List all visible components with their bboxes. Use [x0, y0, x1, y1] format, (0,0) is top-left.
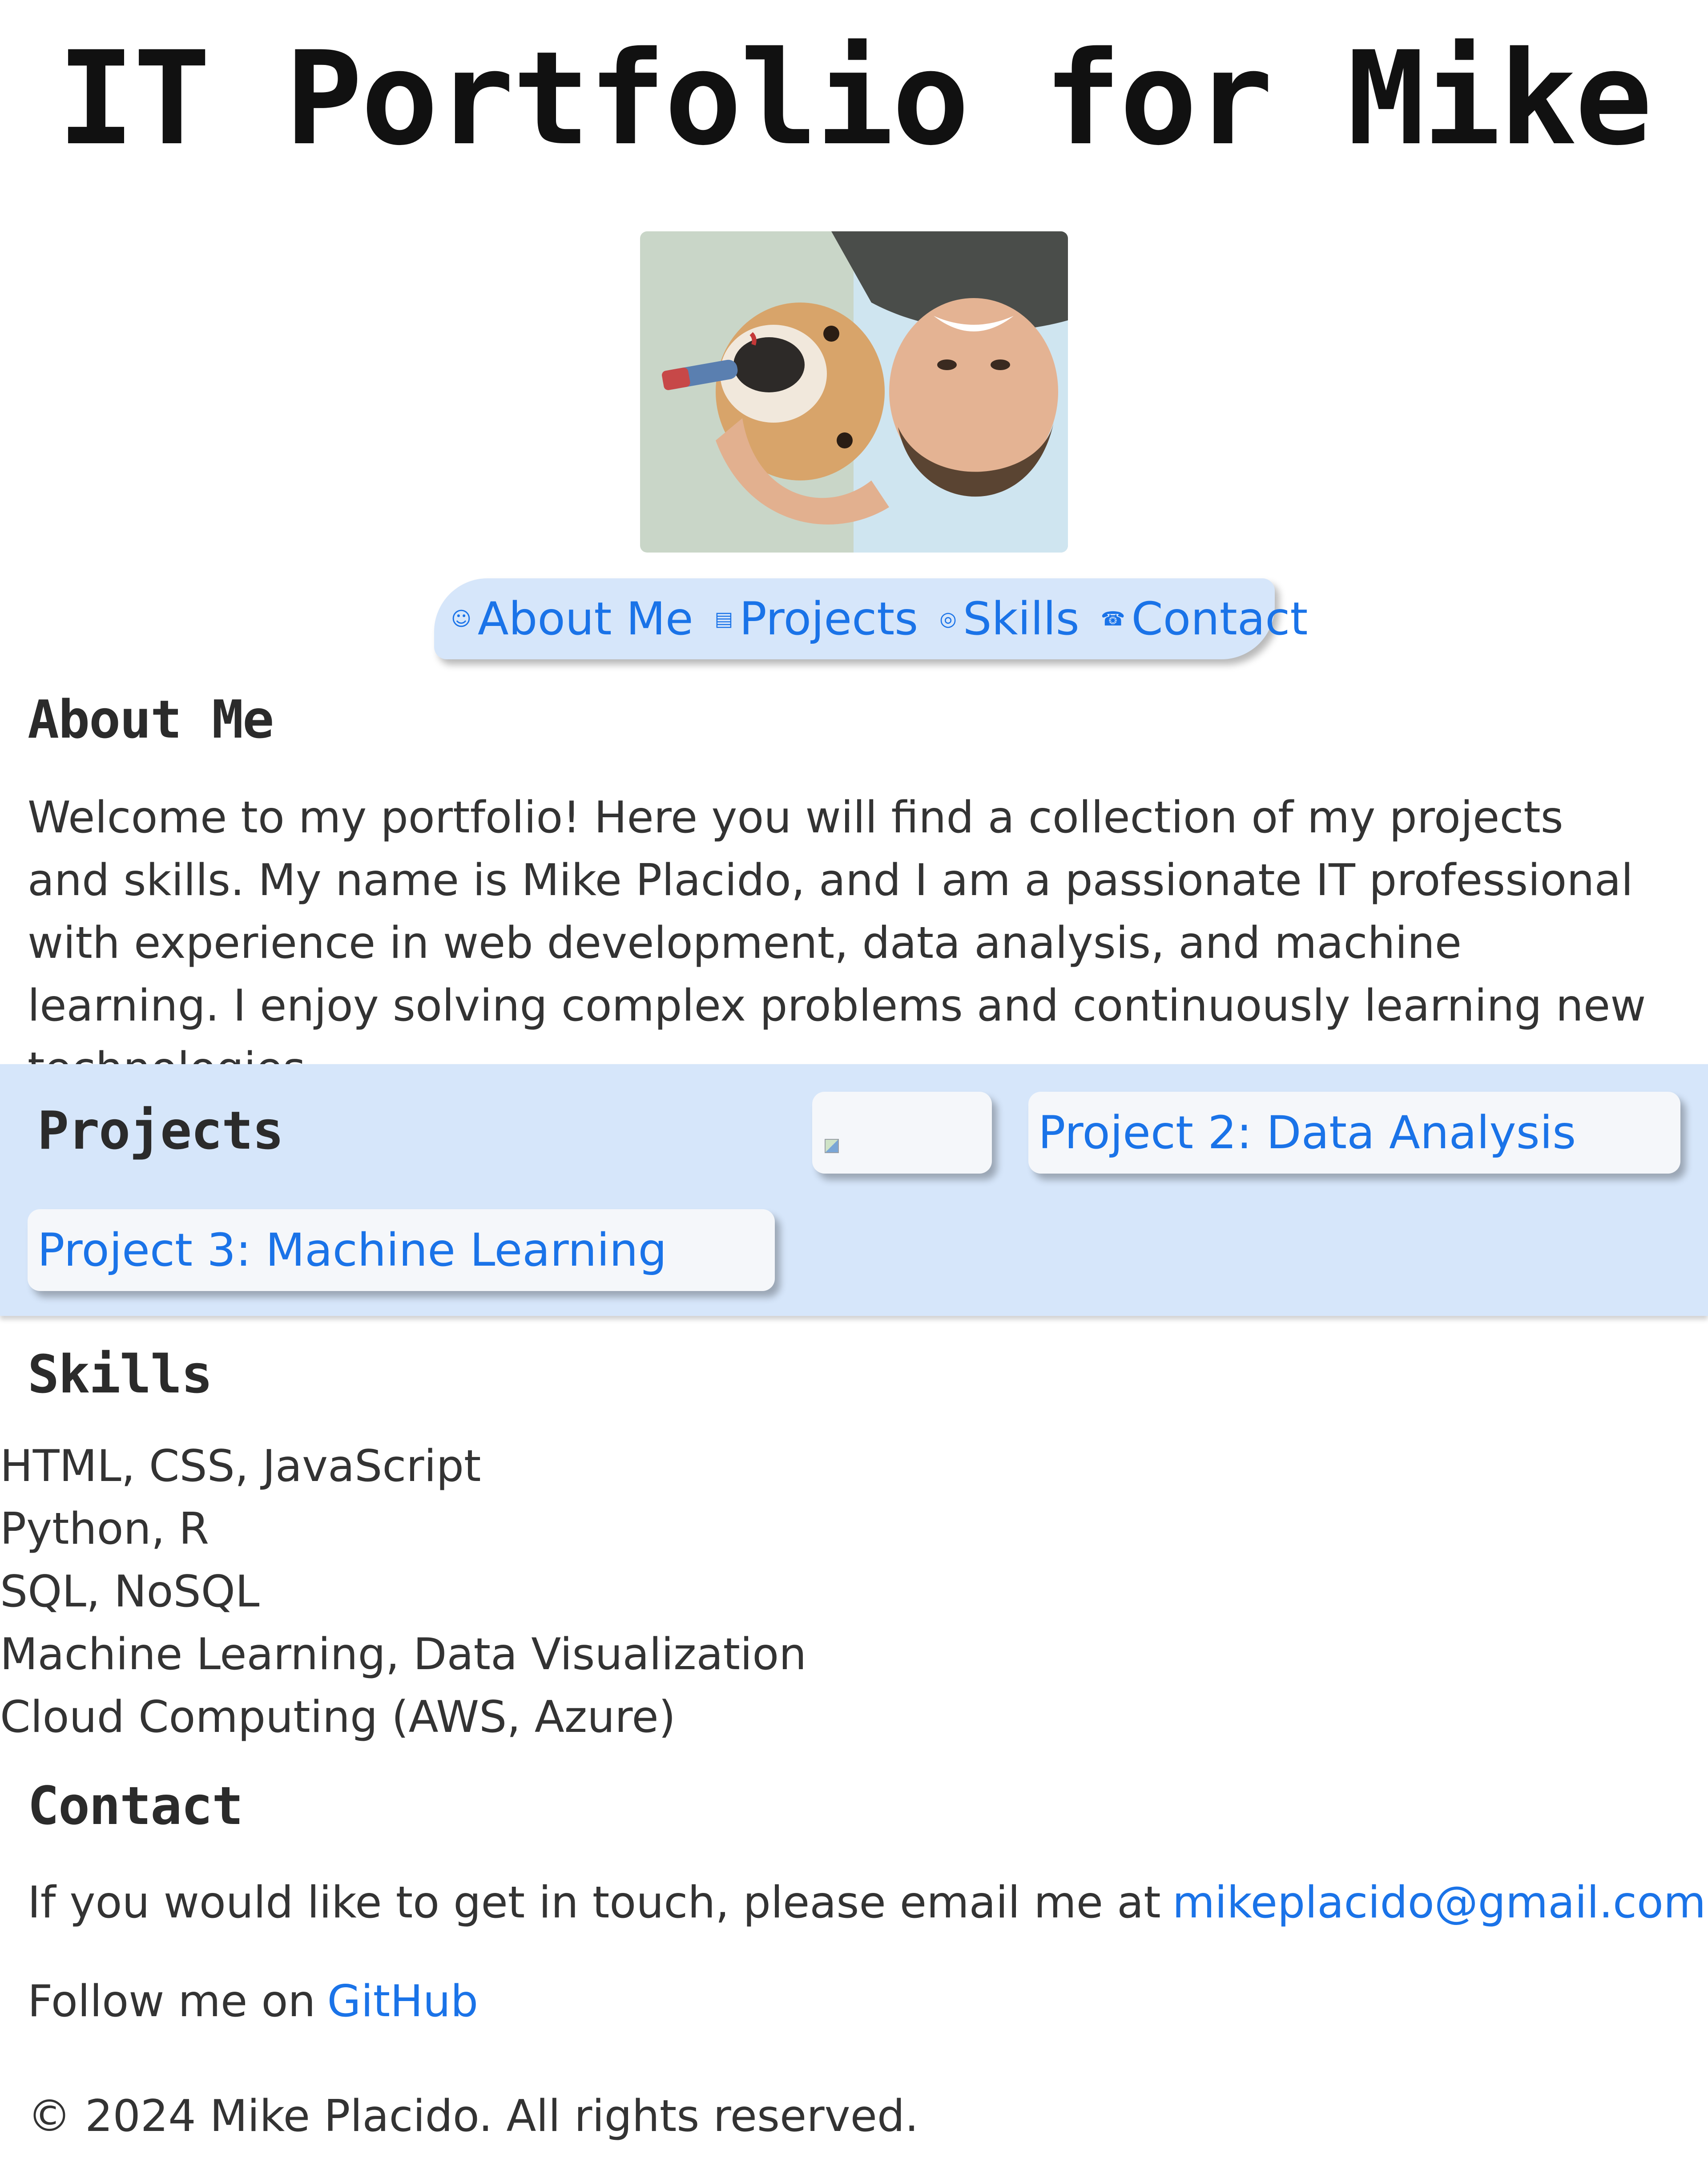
nav-link-label: Contact [1131, 592, 1308, 646]
skill-item: SQL, NoSQL [0, 1566, 260, 1617]
project-card-2[interactable]: Project 2: Data Analysis [1028, 1092, 1680, 1174]
skills-heading: Skills [28, 1344, 213, 1405]
skills-list: HTML, CSS, JavaScript Python, R SQL, NoS… [0, 1435, 806, 1749]
nav-link-label: Projects [739, 592, 918, 646]
follow-text: Follow me on [28, 1976, 316, 2027]
skill-item: Cloud Computing (AWS, Azure) [0, 1692, 676, 1743]
footer-copyright: © 2024 Mike Placido. All rights reserved… [28, 2091, 919, 2142]
profile-photo-container [0, 231, 1708, 553]
smiley-icon: ☺ [451, 607, 471, 630]
nav-link-about-me[interactable]: ☺ About Me [451, 593, 693, 646]
nav-link-label: Skills [963, 592, 1080, 646]
projects-heading: Projects [37, 1100, 284, 1161]
github-link[interactable]: GitHub [327, 1976, 479, 2027]
nav-link-skills[interactable]: ◎ Skills [939, 593, 1079, 646]
contact-heading: Contact [28, 1775, 243, 1836]
contact-email-line: If you would like to get in touch, pleas… [28, 1877, 1706, 1928]
project-card-3[interactable]: Project 3: Machine Learning [28, 1209, 775, 1291]
project-2-link[interactable]: Project 2: Data Analysis [1038, 1106, 1576, 1159]
page-title: IT Portfolio for Mike [57, 24, 1653, 174]
contact-github-line: Follow me on GitHub [28, 1976, 478, 2027]
nav-link-projects[interactable]: ▤ Projects [715, 593, 918, 646]
phone-icon: ☎ [1100, 607, 1125, 630]
contact-email-text: If you would like to get in touch, pleas… [28, 1877, 1161, 1928]
skill-item: HTML, CSS, JavaScript [0, 1441, 481, 1492]
about-text: Welcome to my portfolio! Here you will f… [28, 792, 1646, 1094]
projects-section: Projects Project 2: Data Analysis Projec… [0, 1064, 1708, 1316]
project-card-1[interactable] [812, 1092, 992, 1174]
broken-image-icon [825, 1139, 839, 1153]
about-heading: About Me [28, 689, 274, 750]
nav-link-contact[interactable]: ☎ Contact [1101, 593, 1308, 646]
email-link[interactable]: mikeplacido@gmail.com [1172, 1877, 1706, 1928]
skill-item: Python, R [0, 1504, 209, 1554]
project-3-link[interactable]: Project 3: Machine Learning [37, 1224, 667, 1277]
document-icon: ▤ [714, 607, 733, 630]
main-navigation: ☺ About Me ▤ Projects ◎ Skills ☎ Contact [434, 578, 1308, 659]
skill-item: Machine Learning, Data Visualization [0, 1629, 807, 1680]
nav-link-label: About Me [477, 592, 693, 646]
target-icon: ◎ [939, 607, 957, 630]
profile-photo [640, 231, 1068, 553]
